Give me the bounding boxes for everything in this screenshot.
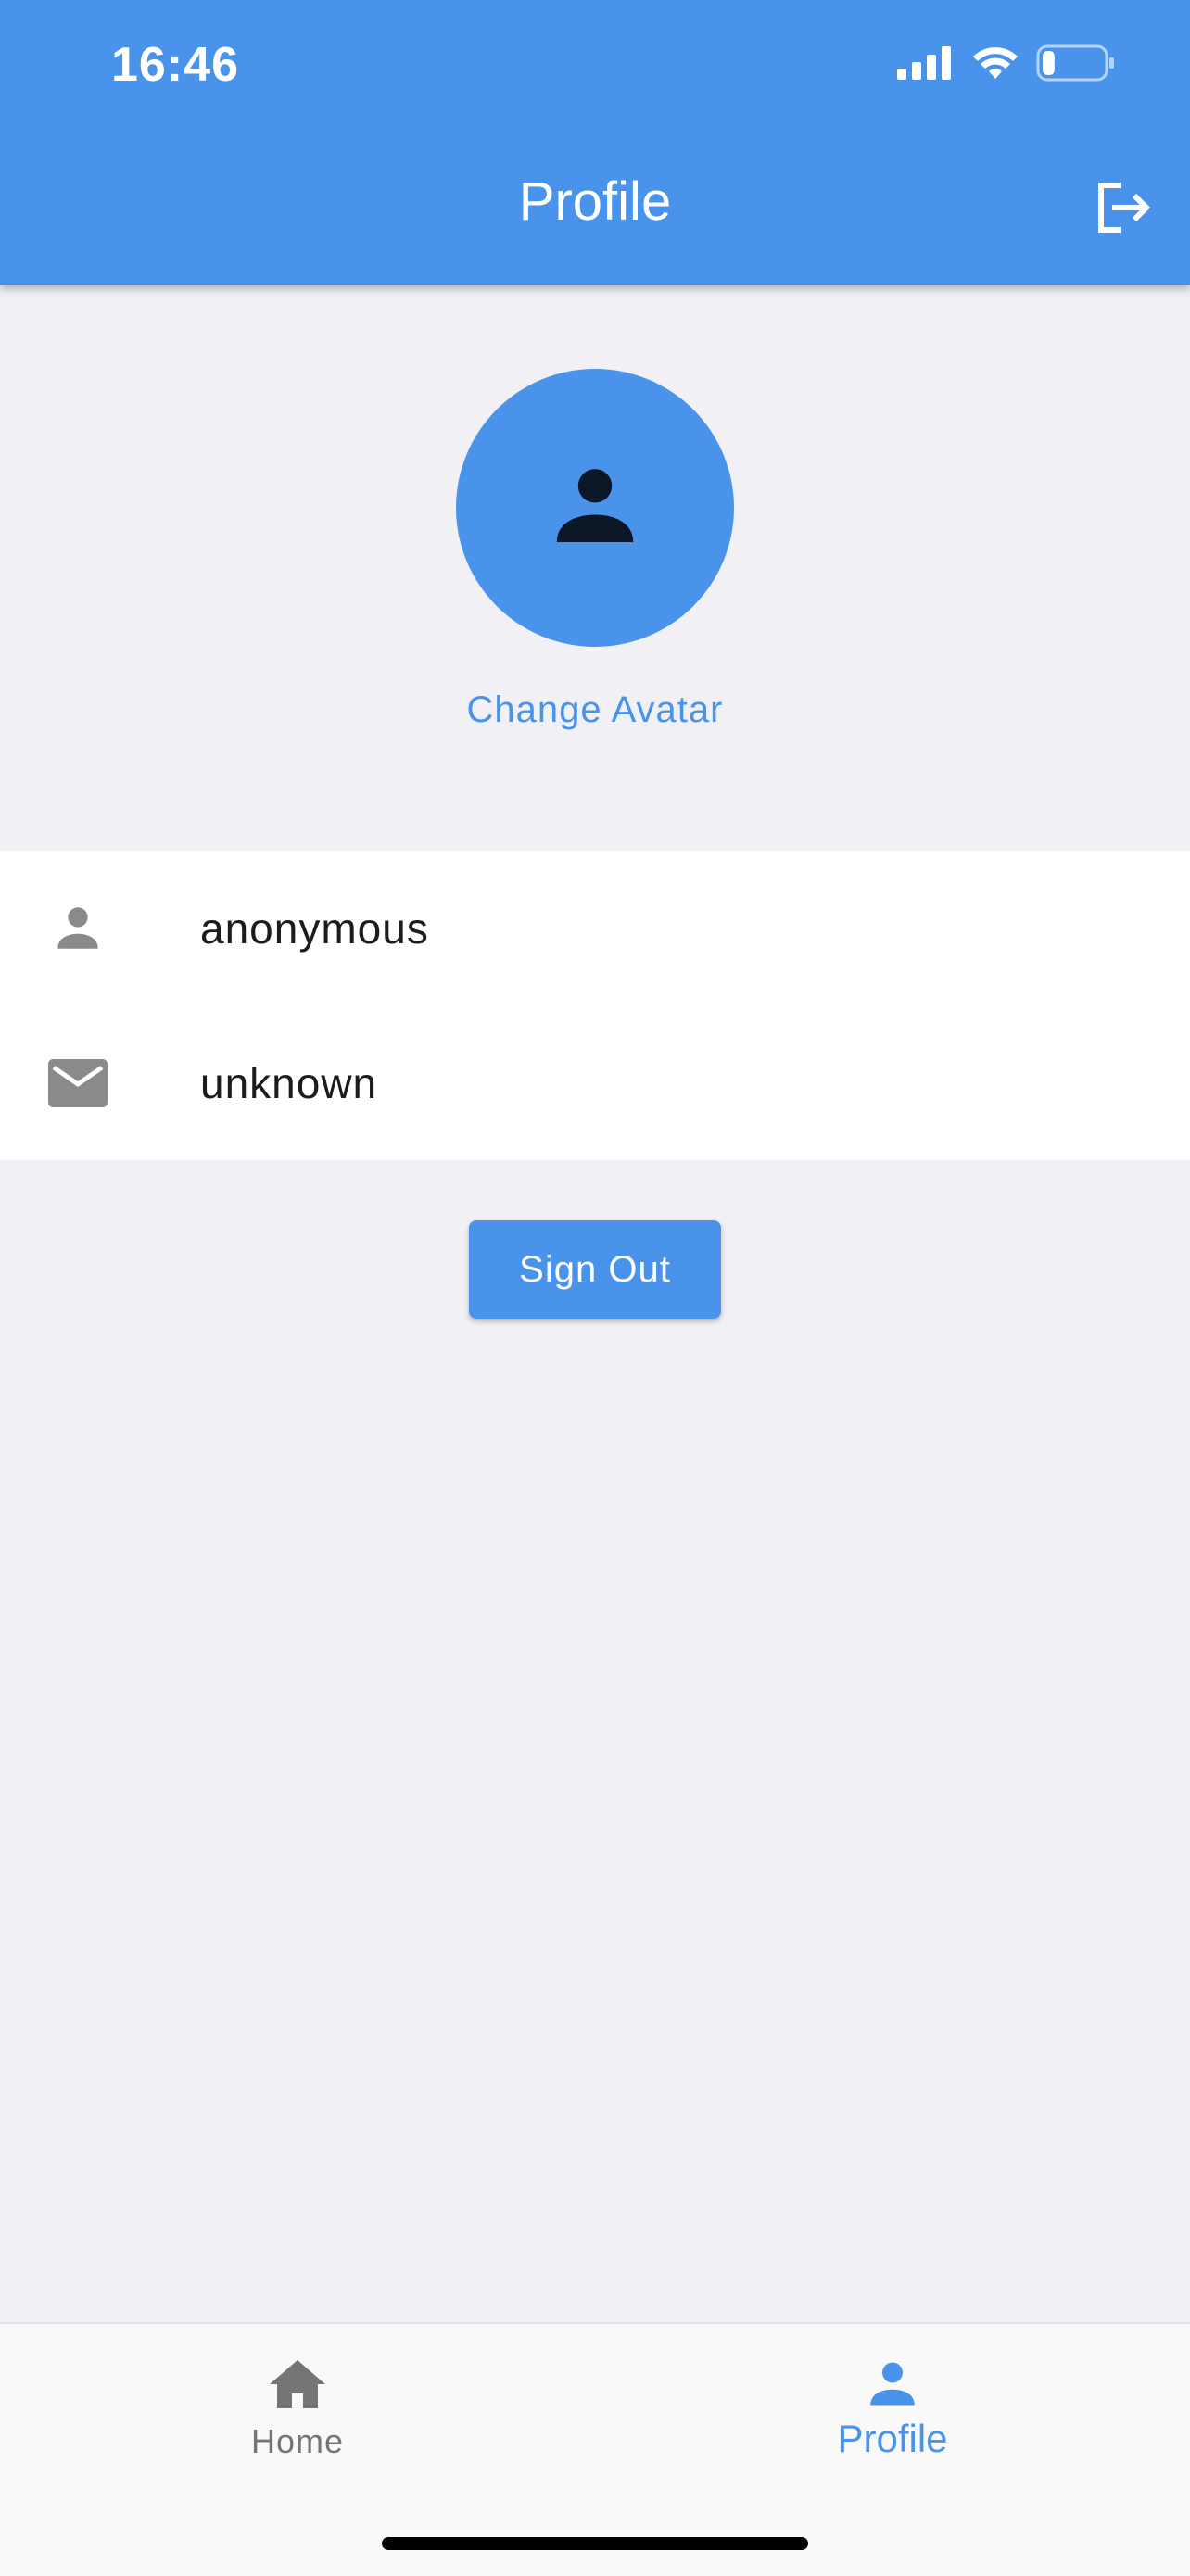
nav-item-profile[interactable]: Profile (595, 2324, 1190, 2509)
nav-label-profile: Profile (837, 2417, 948, 2460)
status-icons (897, 44, 1116, 86)
email-value: unknown (200, 1058, 378, 1107)
person-icon (595, 2352, 1190, 2417)
app-bar: 16:46 Profile (0, 0, 1190, 285)
change-avatar-button[interactable]: Change Avatar (0, 689, 1190, 731)
page-title: Profile (518, 171, 672, 232)
profile-info-card: anonymous unknown (0, 851, 1190, 1160)
logout-button[interactable] (1090, 176, 1157, 243)
username-value: anonymous (200, 903, 429, 953)
person-icon (46, 897, 109, 960)
person-icon (547, 458, 643, 559)
username-row: anonymous (0, 851, 1190, 1005)
nav-item-home[interactable]: Home (0, 2324, 595, 2509)
mail-icon (46, 1052, 109, 1115)
status-time: 16:46 (111, 38, 239, 92)
avatar[interactable] (456, 369, 734, 647)
home-indicator[interactable] (382, 2537, 808, 2550)
email-row: unknown (0, 1005, 1190, 1160)
logout-icon (1094, 180, 1153, 240)
sign-out-button[interactable]: Sign Out (469, 1220, 721, 1319)
cellular-signal-icon (897, 46, 955, 84)
home-icon (0, 2352, 595, 2417)
wifi-icon (971, 45, 1019, 85)
nav-label-home: Home (250, 2422, 345, 2460)
battery-icon (1036, 44, 1116, 86)
